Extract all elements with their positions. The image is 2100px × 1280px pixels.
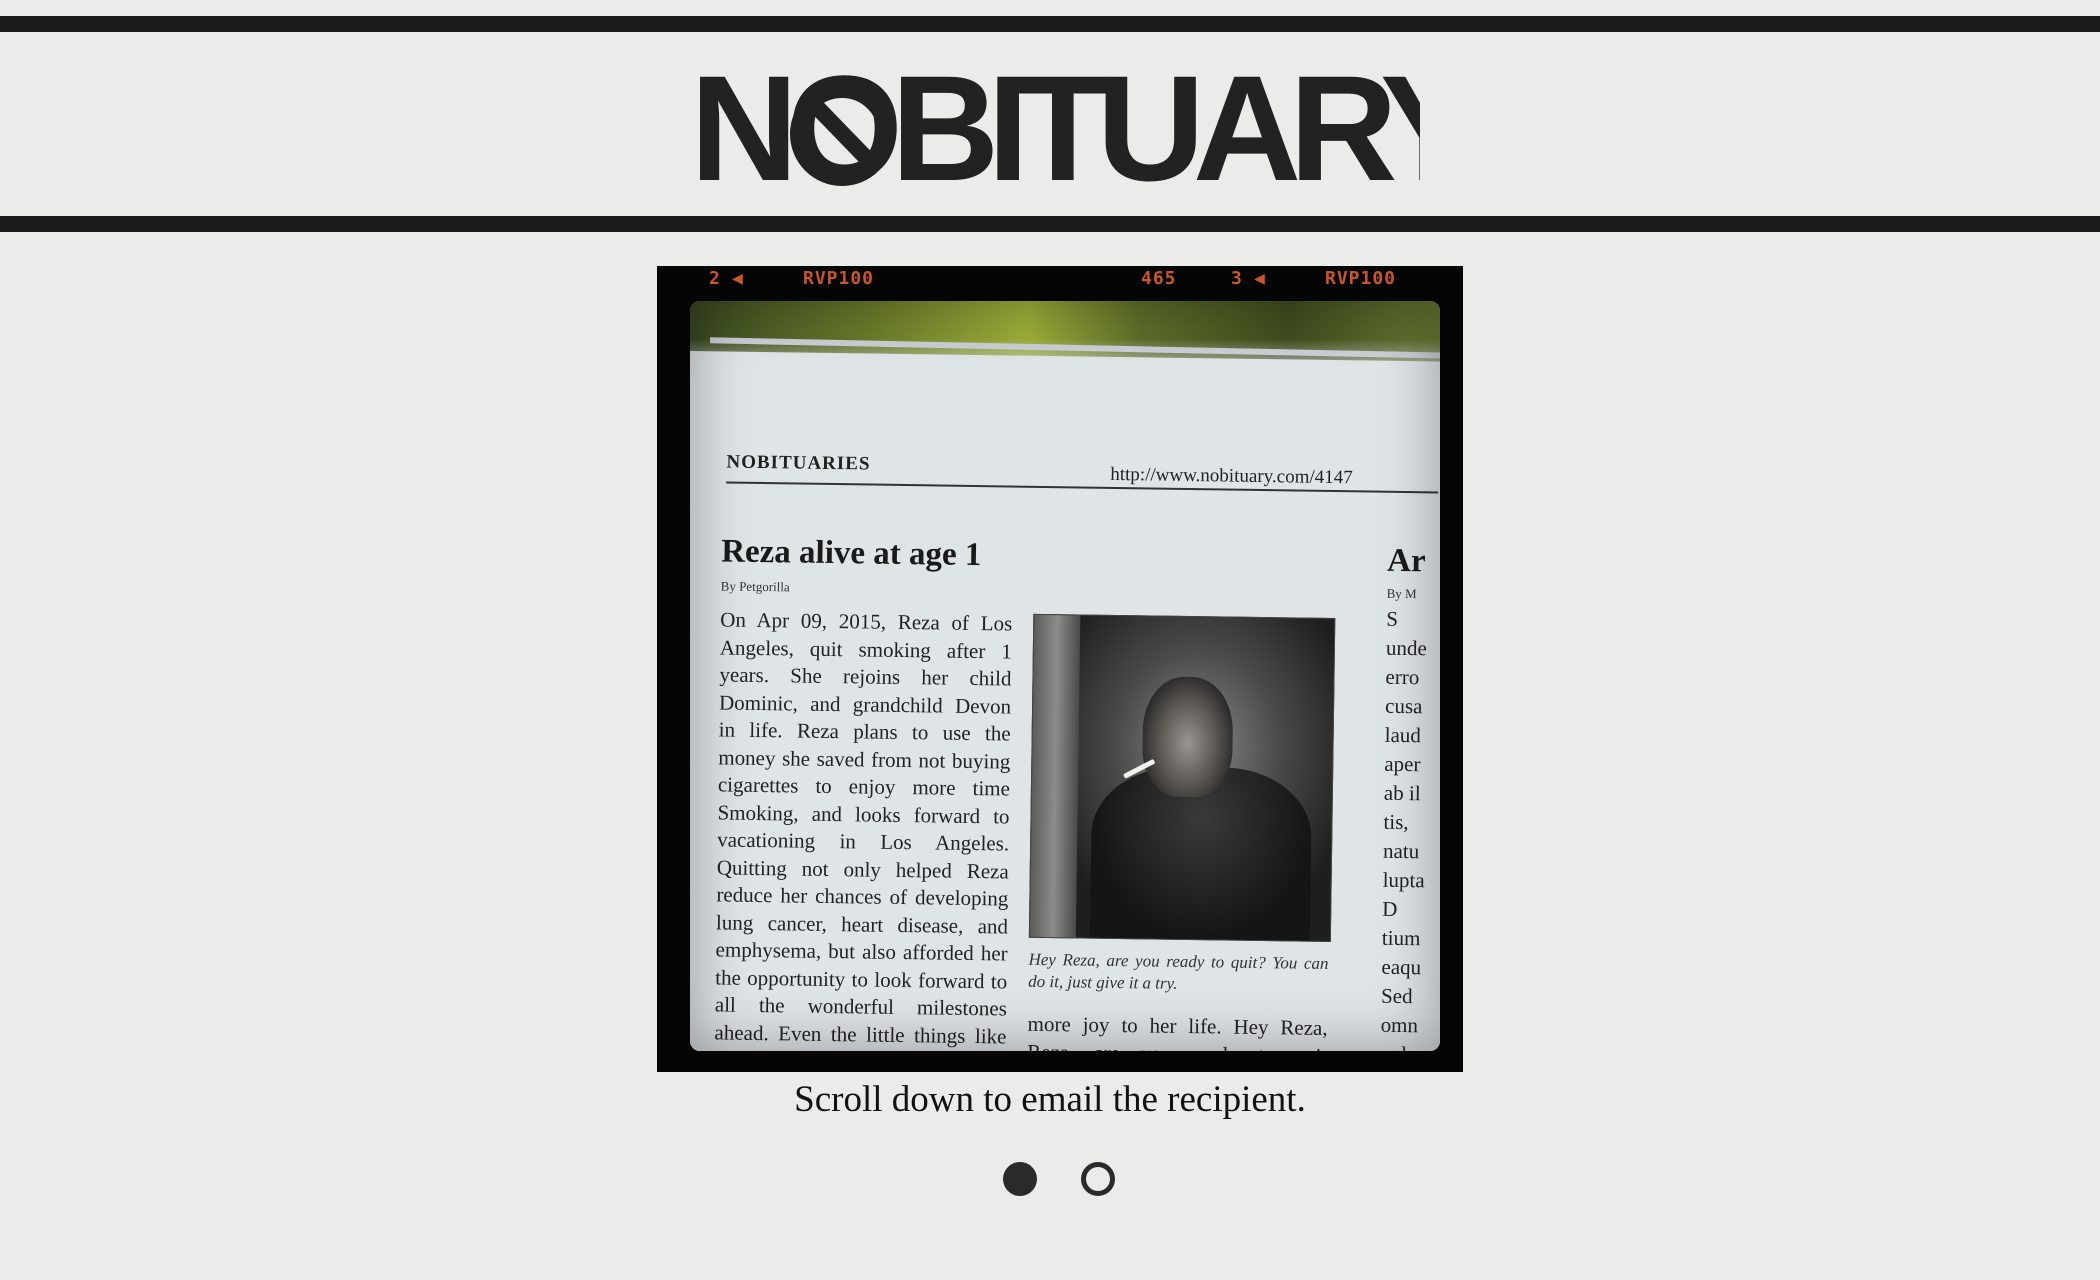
film-stock-label: RVP100 (1325, 268, 1397, 289)
film-frame-number: 3 (1231, 268, 1243, 289)
page-dot-1[interactable] (1003, 1162, 1037, 1196)
tree-trunk (1029, 614, 1081, 938)
header-bottom-rule (0, 216, 2100, 232)
page-dot-2[interactable] (1081, 1162, 1115, 1196)
adjacent-article: Ar By M Sunde erro cusa laud aper ab il tis, na… (1380, 543, 1440, 1051)
adjacent-body-line: cusa (1384, 693, 1423, 719)
adjacent-body-line: Sed (1380, 983, 1413, 1009)
masthead: NOBITUARY (0, 40, 2100, 210)
adjacent-body: Sunde erro cusa laud aper ab il tis, natu lupta D… (1380, 606, 1440, 1051)
film-arrow-icon: ◀ (1254, 268, 1266, 289)
adjacent-body-line: omn (1380, 1012, 1419, 1038)
adjacent-body-line: lupta (1382, 867, 1425, 893)
nobituary-logo[interactable]: NOBITUARY (690, 52, 1420, 202)
logo-graphic: NOBITUARY (690, 52, 1420, 202)
adjacent-body-line: erro (1385, 664, 1420, 690)
adjacent-body-line: aper (1384, 751, 1421, 777)
adjacent-byline: By M (1386, 585, 1417, 602)
film-code: 465 (1141, 268, 1177, 289)
obituary-headline: Reza alive at age 1 (720, 533, 982, 574)
obituary-byline: By Petgorilla (720, 578, 790, 595)
film-arrow-icon: ◀ (732, 268, 744, 289)
obituary-body-continued: more joy to her life. Hey Reza, Reza, ar… (1027, 1011, 1328, 1051)
film-strip: 2 ◀ RVP100 465 3 ◀ RVP100 (657, 266, 1463, 294)
adjacent-body-line: D (1382, 896, 1398, 921)
adjacent-body-line: laud (1384, 722, 1422, 748)
header-top-rule (0, 16, 2100, 32)
adjacent-body-line: S (1386, 606, 1399, 631)
newspaper-section-title: NOBITUARIES (726, 451, 871, 475)
adjacent-body-line: tis, (1383, 809, 1409, 835)
newspaper-url: http://www.nobituary.com/4147 (1110, 463, 1353, 489)
obituary-body: On Apr 09, 2015, Reza of Los Angeles, qu… (714, 607, 1013, 1051)
adjacent-headline: Ar (1386, 542, 1426, 580)
newspaper-photo: NOBITUARIES http://www.nobituary.com/414… (690, 301, 1440, 1051)
film-frame-number: 2 (709, 268, 721, 289)
chimp-face (1141, 676, 1234, 798)
scroll-instruction: Scroll down to email the recipient. (794, 1079, 1306, 1120)
film-stock-label: RVP100 (803, 268, 875, 289)
adjacent-body-line: volu (1380, 1042, 1440, 1051)
adjacent-body-line: natu (1382, 838, 1420, 864)
nobituary-photo: 2 ◀ RVP100 465 3 ◀ RVP100 NOBITUARIES ht… (657, 266, 1463, 1072)
adjacent-body-line: tium (1381, 925, 1421, 951)
newspaper-page: NOBITUARIES http://www.nobituary.com/414… (690, 351, 1440, 1051)
adjacent-body-line: eaqu (1381, 954, 1422, 980)
pagination-dots (1003, 1162, 1163, 1202)
adjacent-body-line: ab il (1383, 780, 1421, 806)
photo-caption: Hey Reza, are you ready to quit? You can… (1028, 949, 1329, 993)
adjacent-body-line: unde (1385, 635, 1427, 661)
chimpanzee-photo (1028, 613, 1336, 943)
